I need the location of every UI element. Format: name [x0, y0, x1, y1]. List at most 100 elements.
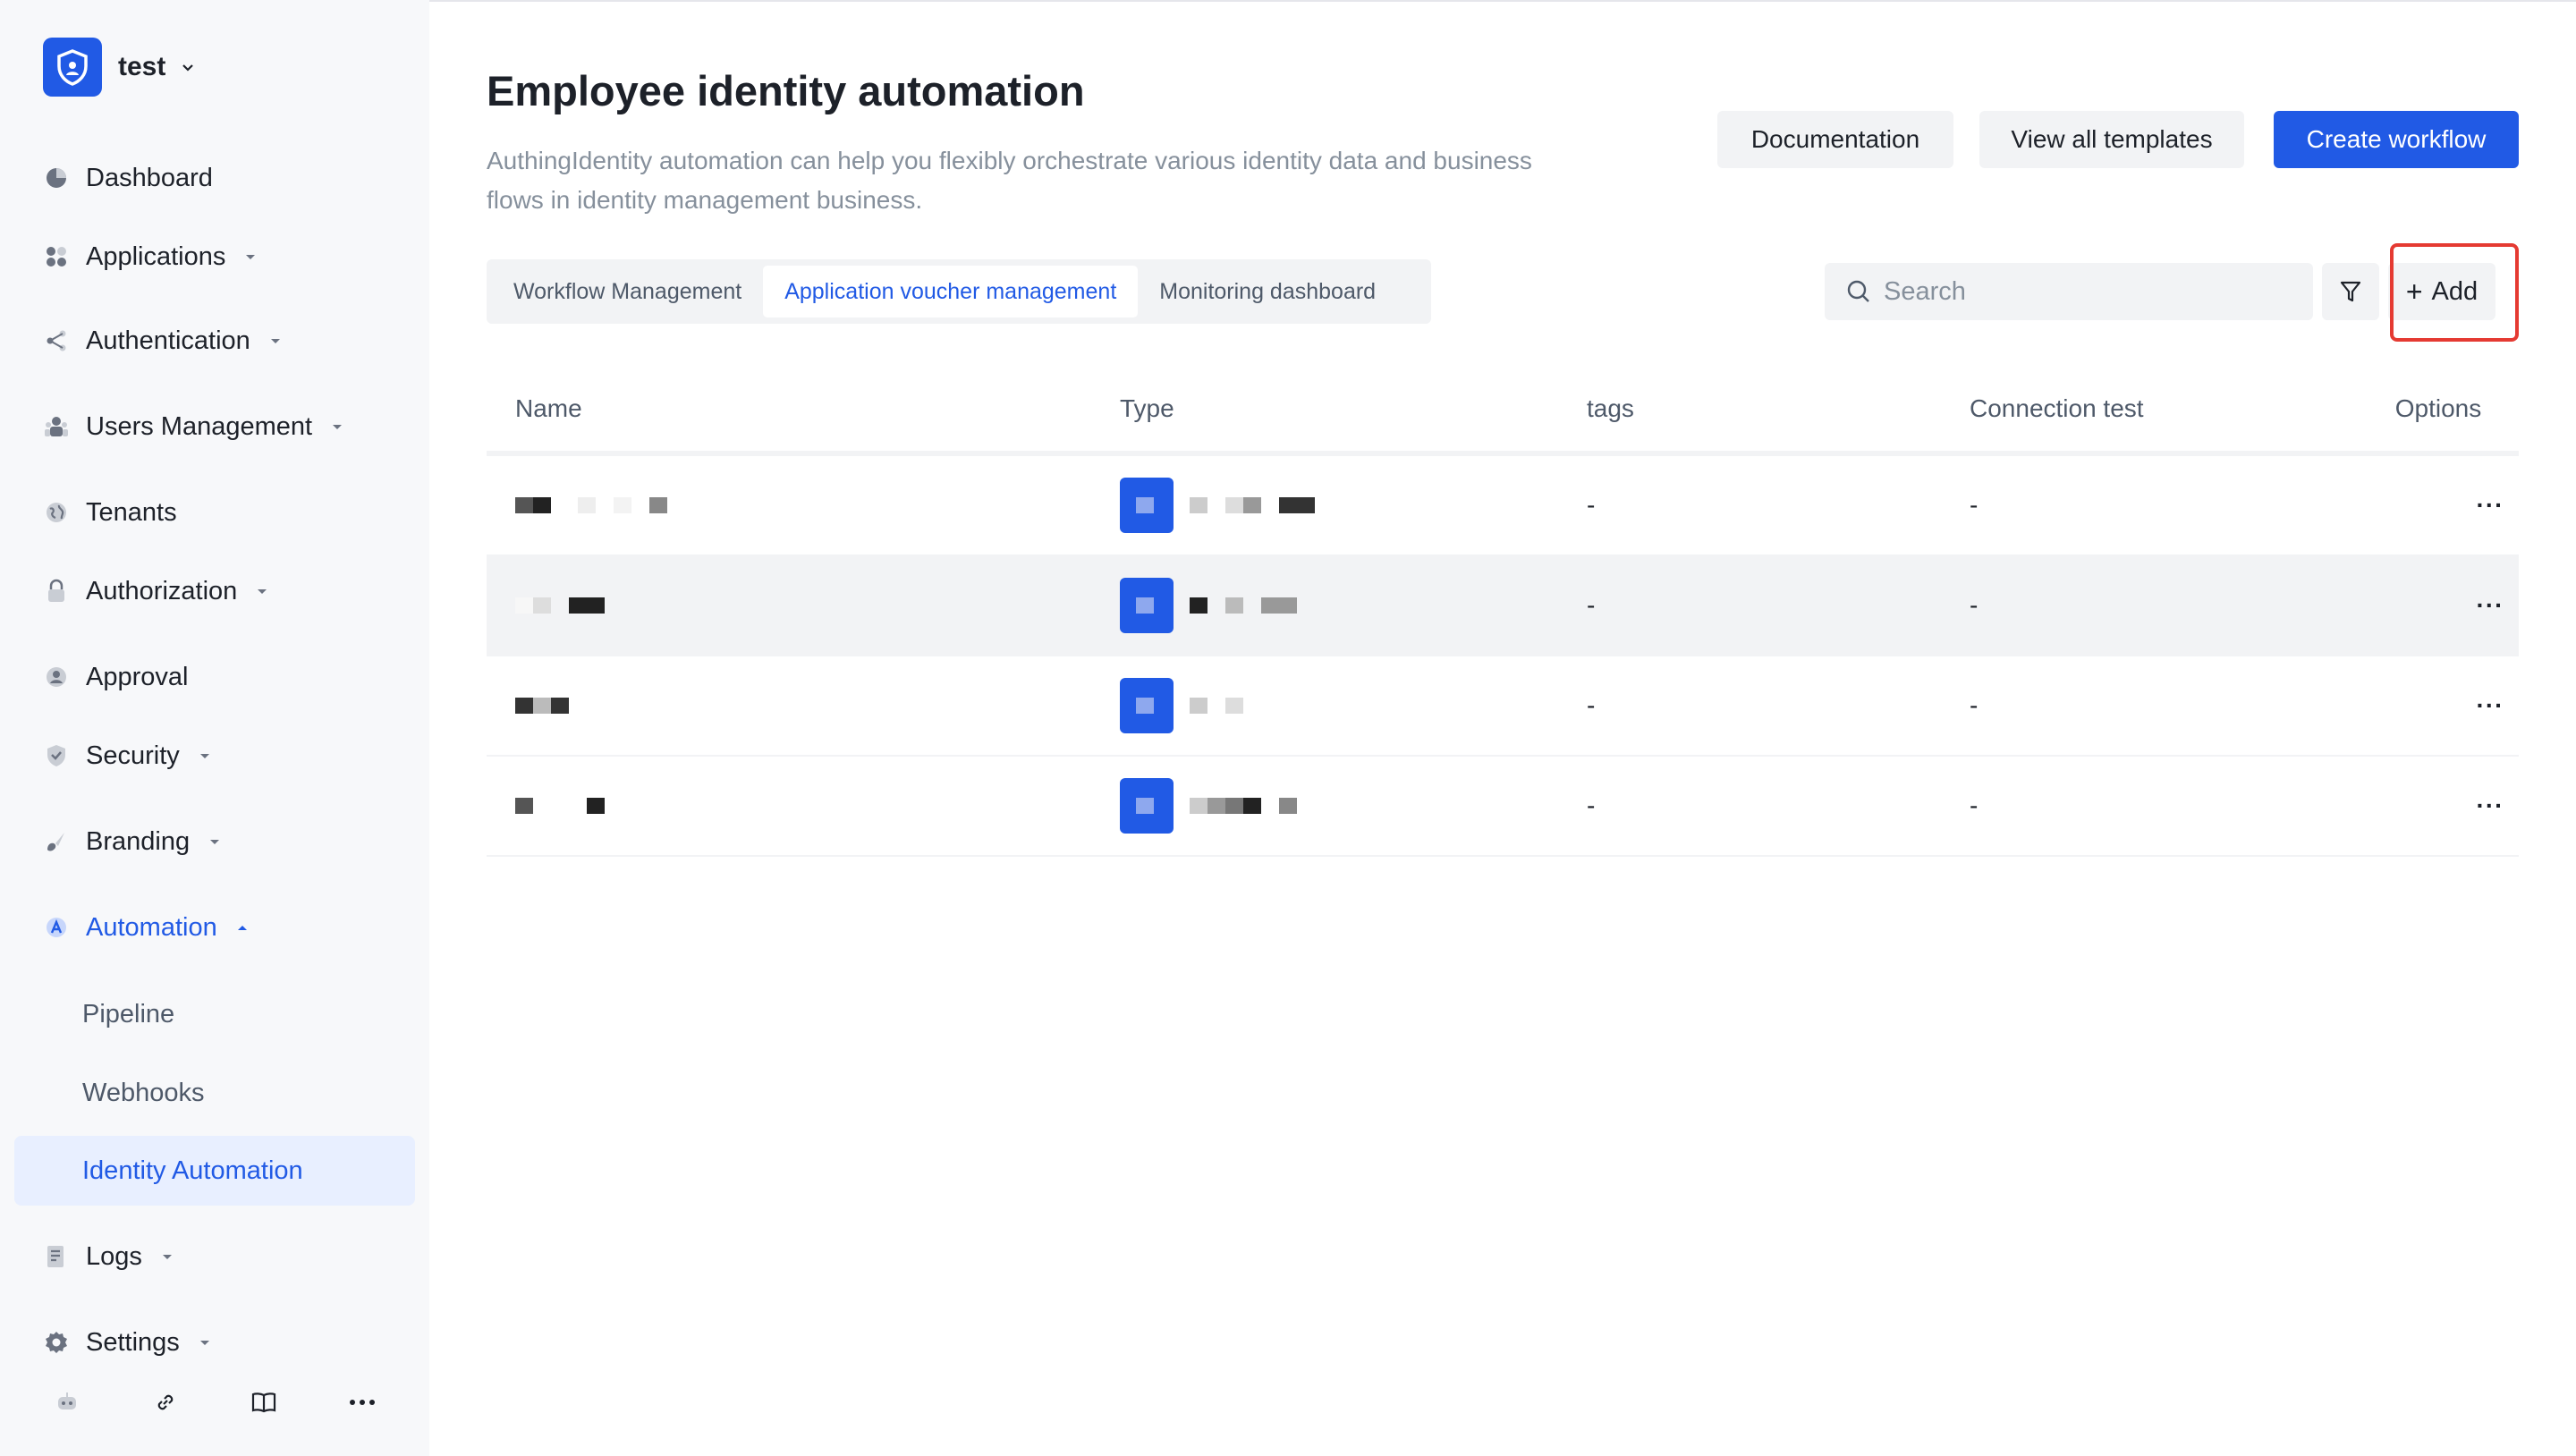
row-options-menu[interactable]: ···	[2462, 691, 2519, 720]
tab-monitoring-dashboard[interactable]: Monitoring dashboard	[1138, 266, 1397, 317]
table-row[interactable]: - - ···	[487, 556, 2519, 656]
sidebar-item-approval[interactable]: Approval	[43, 655, 188, 699]
row-connection-test: -	[1970, 491, 1979, 519]
page-description: AuthingIdentity automation can help you …	[487, 147, 1532, 214]
tenant-name: test	[118, 52, 166, 81]
search-icon	[1847, 280, 1869, 302]
table-row[interactable]: - - ···	[487, 456, 2519, 556]
app-type-icon	[1120, 478, 1174, 533]
sidebar-item-label: Applications	[86, 241, 226, 271]
redacted-text	[515, 798, 605, 814]
lock-icon	[43, 578, 70, 605]
redacted-text	[1190, 798, 1297, 814]
caret-down-icon	[333, 425, 343, 429]
create-workflow-button[interactable]: Create workflow	[2274, 111, 2519, 168]
row-connection-test: -	[1970, 691, 1979, 719]
caret-down-icon	[210, 840, 220, 844]
app-type-icon	[1120, 678, 1174, 733]
search-box	[1825, 263, 2313, 320]
sidebar-item-dashboard[interactable]: Dashboard	[43, 156, 213, 200]
sidebar-item-security[interactable]: Security	[43, 733, 212, 778]
sidebar-bottom-bar	[0, 1374, 429, 1431]
tab-bar: Workflow Management Application voucher …	[487, 259, 1431, 324]
documentation-button[interactable]: Documentation	[1717, 111, 1953, 168]
app-type-icon	[1120, 778, 1174, 834]
caret-up-icon	[237, 926, 247, 930]
sidebar-item-automation[interactable]: Automation	[43, 905, 250, 950]
column-header-type: Type	[1120, 394, 1174, 422]
redacted-text	[1190, 497, 1315, 513]
shield-logo-icon	[43, 38, 102, 97]
add-button[interactable]: + Add	[2388, 263, 2496, 320]
robot-icon[interactable]	[47, 1383, 87, 1422]
document-icon	[43, 1243, 70, 1270]
add-button-label: Add	[2431, 276, 2479, 306]
row-tags: -	[1587, 691, 1596, 719]
row-name-redacted	[487, 698, 1120, 714]
table-row[interactable]: - - ···	[487, 757, 2519, 857]
sidebar-item-tenants[interactable]: Tenants	[43, 490, 177, 535]
filter-icon	[2340, 281, 2361, 302]
sidebar-item-authorization[interactable]: Authorization	[43, 569, 269, 614]
caret-down-icon	[199, 754, 209, 758]
row-tags: -	[1587, 591, 1596, 619]
sidebar-item-branding[interactable]: Branding	[43, 819, 222, 864]
row-options-menu[interactable]: ···	[2462, 791, 2519, 820]
sidebar-subitem-webhooks[interactable]: Webhooks	[14, 1058, 415, 1128]
row-options-menu[interactable]: ···	[2462, 591, 2519, 620]
caret-down-icon	[199, 1341, 209, 1345]
pie-chart-icon	[43, 165, 70, 191]
sidebar-item-label: Security	[86, 741, 180, 770]
table-header: Name Type tags Connection test Options	[487, 367, 2519, 456]
row-name-redacted	[487, 597, 1120, 614]
more-icon[interactable]	[343, 1383, 382, 1422]
sidebar-item-applications[interactable]: Applications	[43, 234, 258, 279]
view-all-templates-button[interactable]: View all templates	[1979, 111, 2244, 168]
redacted-text	[1190, 597, 1297, 614]
redacted-text	[1190, 698, 1243, 714]
column-header-tags: tags	[1587, 394, 1634, 422]
chevron-down-icon	[182, 64, 194, 72]
tab-workflow-management[interactable]: Workflow Management	[492, 266, 763, 317]
column-header-name: Name	[515, 394, 582, 422]
column-header-options-label: Options	[2394, 394, 2482, 422]
table-row[interactable]: - - ···	[487, 656, 2519, 757]
book-icon[interactable]	[244, 1383, 284, 1422]
sidebar-subitem-label: Webhooks	[82, 1078, 205, 1107]
search-input[interactable]	[1884, 276, 2277, 307]
shield-icon	[43, 742, 70, 769]
row-options-menu[interactable]: ···	[2462, 491, 2519, 520]
plus-icon: +	[2405, 275, 2423, 308]
tenant-switcher[interactable]: test	[43, 38, 196, 97]
caret-down-icon	[246, 255, 256, 259]
approval-icon	[43, 664, 70, 690]
page-title: Employee identity automation	[487, 67, 1085, 114]
sidebar-item-users-management[interactable]: Users Management	[43, 404, 344, 449]
row-connection-test: -	[1970, 591, 1979, 619]
sidebar-item-authentication[interactable]: Authentication	[43, 318, 283, 363]
share-nodes-icon	[43, 327, 70, 354]
row-type-redacted	[1120, 778, 1587, 834]
tab-application-voucher-management[interactable]: Application voucher management	[763, 266, 1139, 317]
row-type-redacted	[1120, 478, 1587, 533]
sidebar-item-logs[interactable]: Logs	[43, 1234, 174, 1279]
sidebar-item-label: Settings	[86, 1327, 180, 1357]
main-content: Employee identity automation AuthingIden…	[429, 0, 2576, 1456]
filter-button[interactable]	[2322, 263, 2379, 320]
row-tags: -	[1587, 791, 1596, 819]
sidebar-item-label: Branding	[86, 826, 191, 856]
users-icon	[43, 413, 70, 440]
link-icon[interactable]	[146, 1383, 185, 1422]
sidebar-subitem-pipeline[interactable]: Pipeline	[14, 979, 415, 1049]
sidebar-item-label: Dashboard	[86, 163, 213, 192]
sidebar-subitem-label: Pipeline	[82, 999, 175, 1029]
sidebar-item-settings[interactable]: Settings	[43, 1320, 212, 1365]
voucher-table: Name Type tags Connection test Options -…	[487, 367, 2519, 857]
redacted-text	[515, 597, 605, 614]
sidebar-item-label: Tenants	[86, 497, 177, 527]
globe-icon	[43, 499, 70, 526]
caret-down-icon	[162, 1255, 172, 1259]
app-type-icon	[1120, 578, 1174, 633]
sidebar-subitem-identity-automation[interactable]: Identity Automation	[14, 1136, 415, 1206]
column-header-connection-test: Connection test	[1970, 394, 2144, 422]
